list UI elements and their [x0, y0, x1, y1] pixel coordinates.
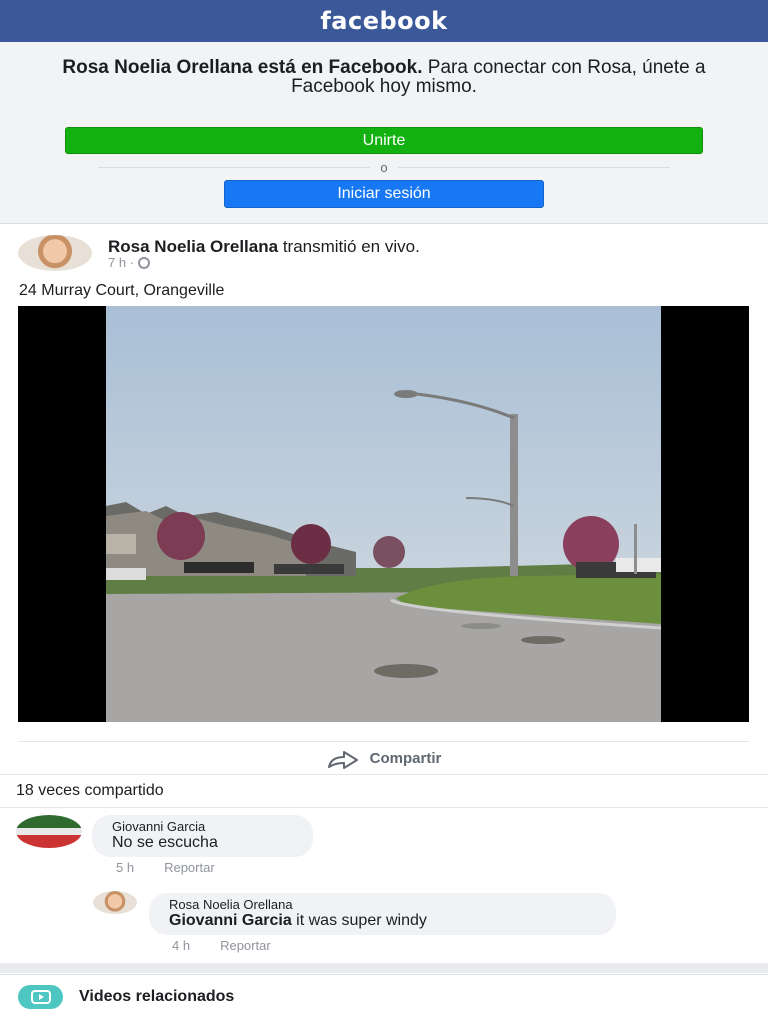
post-author-name[interactable]: Rosa Noelia Orellana — [108, 237, 278, 256]
reply-actions: 4 h Reportar — [172, 938, 271, 953]
comment-author[interactable]: Giovanni Garcia — [112, 819, 293, 834]
comment-bubble: Giovanni Garcia No se escucha — [92, 815, 313, 857]
reply-time[interactable]: 4 h — [172, 938, 190, 953]
share-button[interactable]: Compartir — [18, 741, 749, 775]
post-header: Rosa Noelia Orellana transmitió en vivo. — [108, 237, 420, 257]
reply-avatar[interactable] — [93, 891, 137, 914]
login-button[interactable]: Iniciar sesión — [224, 180, 544, 208]
separator-line — [398, 167, 670, 168]
comment-text: No se escucha — [112, 834, 218, 851]
video-frame — [106, 306, 661, 722]
street-scene-image — [106, 306, 661, 722]
divider — [0, 807, 768, 808]
comment-time[interactable]: 5 h — [116, 860, 134, 875]
post-meta: 7 h · — [108, 255, 151, 270]
report-link[interactable]: Reportar — [220, 938, 271, 953]
top-bar: facebook — [0, 0, 768, 42]
facebook-logo[interactable]: facebook — [320, 7, 447, 35]
video-player[interactable] — [18, 306, 749, 722]
report-link[interactable]: Reportar — [164, 860, 215, 875]
post-action: transmitió en vivo. — [282, 237, 420, 256]
post-text: 24 Murray Court, Orangeville — [19, 282, 225, 299]
reply-author[interactable]: Rosa Noelia Orellana — [169, 897, 596, 912]
reply-text: Giovanni Garcia it was super windy — [169, 912, 596, 930]
related-videos-header[interactable]: Videos relacionados — [0, 974, 768, 1018]
join-message: Rosa Noelia Orellana está en Facebook. P… — [60, 58, 708, 96]
reply-bubble: Rosa Noelia Orellana Giovanni Garcia it … — [149, 893, 616, 935]
share-count[interactable]: 18 veces compartido — [16, 782, 164, 800]
join-button[interactable]: Unirte — [65, 127, 703, 154]
join-panel: Rosa Noelia Orellana está en Facebook. P… — [0, 42, 768, 224]
share-arrow-icon — [326, 749, 360, 769]
related-videos-label: Videos relacionados — [79, 987, 235, 1005]
join-name: Rosa Noelia Orellana está en Facebook. — [62, 57, 423, 78]
reply-message: it was super windy — [296, 912, 427, 929]
section-gap — [0, 963, 768, 973]
author-avatar[interactable] — [18, 235, 92, 271]
comment-actions: 5 h Reportar — [116, 860, 215, 875]
or-separator: o — [98, 160, 670, 175]
globe-icon — [138, 256, 151, 269]
divider — [0, 774, 768, 775]
reply-mention[interactable]: Giovanni Garcia — [169, 912, 292, 929]
post-time[interactable]: 7 h · — [108, 255, 134, 270]
video-play-icon — [18, 984, 63, 1009]
share-label: Compartir — [369, 750, 442, 767]
commenter-avatar[interactable] — [16, 815, 82, 848]
